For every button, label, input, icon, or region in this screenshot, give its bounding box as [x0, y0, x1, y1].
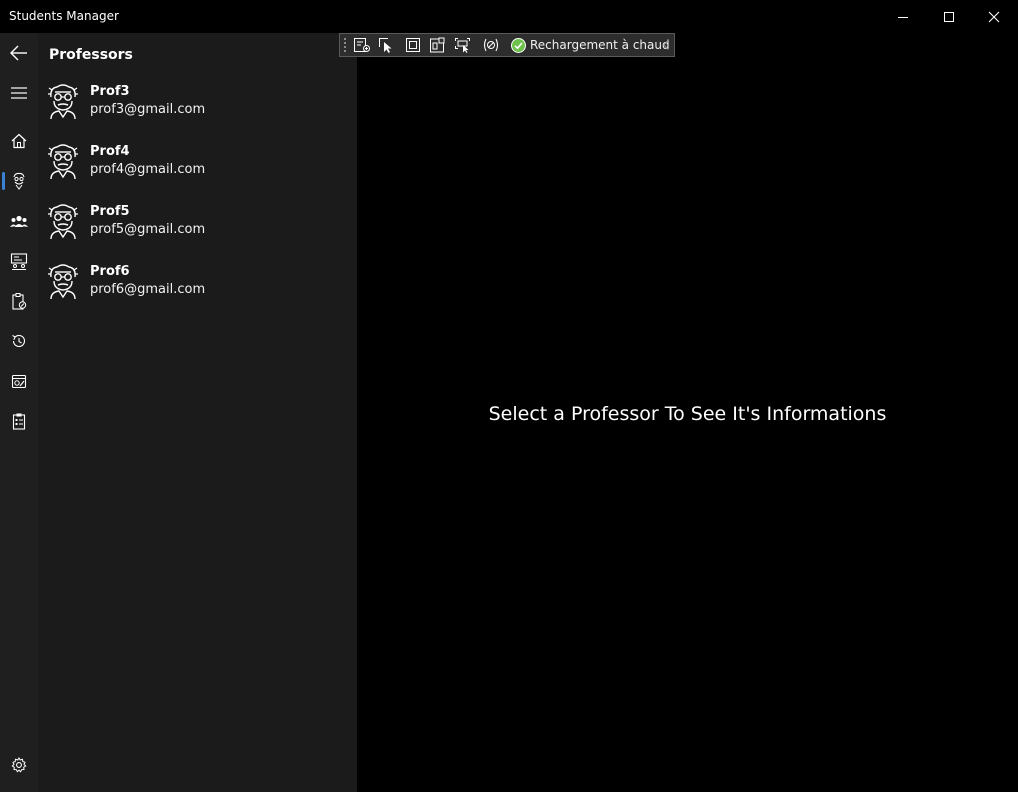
professor-icon	[13, 172, 25, 190]
maximize-button[interactable]	[926, 0, 972, 33]
professor-avatar-icon	[48, 84, 78, 120]
back-button[interactable]	[0, 33, 38, 73]
nav-item-students[interactable]	[0, 201, 38, 241]
hamburger-icon	[11, 87, 27, 99]
close-icon	[988, 11, 1000, 22]
students-group-icon	[10, 215, 28, 227]
nav-item-professors[interactable]	[0, 161, 38, 201]
list-item[interactable]: Prof6 prof6@gmail.com	[38, 261, 357, 321]
professor-name: Prof5	[90, 204, 130, 219]
list-item[interactable]: Prof3 prof3@gmail.com	[38, 81, 357, 141]
calendar-pen-icon	[11, 374, 27, 389]
clipboard-edit-icon	[12, 293, 27, 310]
professor-email: prof3@gmail.com	[90, 102, 206, 117]
track-focus-icon	[430, 37, 445, 53]
nav-item-settings[interactable]	[0, 745, 38, 785]
track-focus-button[interactable]	[426, 35, 450, 55]
live-visual-tree-icon	[354, 38, 370, 52]
toolbar-grip-handle[interactable]	[344, 38, 346, 52]
list-item[interactable]: Prof5 prof5@gmail.com	[38, 201, 357, 261]
professor-name: Prof6	[90, 264, 130, 279]
professor-email: prof6@gmail.com	[90, 282, 206, 297]
professors-list-pane: Professors Prof3 prof3@gmail.com Prof4 p…	[38, 33, 357, 792]
display-adorners-button[interactable]	[401, 35, 425, 55]
classroom-board-icon	[10, 253, 28, 270]
binding-failures-button[interactable]	[479, 35, 503, 55]
select-element-button[interactable]	[375, 35, 399, 55]
professor-name: Prof4	[90, 144, 130, 159]
history-icon	[12, 334, 26, 347]
professor-detail-pane: Select a Professor To See It's Informati…	[357, 33, 1018, 792]
nav-item-history[interactable]	[0, 321, 38, 361]
title-bar: Students Manager	[0, 0, 1018, 33]
xaml-debug-toolbar: Rechargement à chaud	[339, 33, 675, 57]
check-circle-icon	[511, 37, 526, 53]
app-title: Students Manager	[9, 9, 119, 23]
nav-item-home[interactable]	[0, 121, 38, 161]
minimize-icon	[898, 16, 908, 18]
close-button[interactable]	[971, 0, 1017, 33]
maximize-icon	[944, 11, 954, 22]
nav-item-classrooms[interactable]	[0, 241, 38, 281]
professor-avatar-icon	[48, 204, 78, 240]
nav-item-assignments[interactable]	[0, 281, 38, 321]
professor-name: Prof3	[90, 84, 130, 99]
hot-reload-status[interactable]: Rechargement à chaud	[511, 37, 670, 53]
professor-avatar-icon	[48, 144, 78, 180]
hot-reload-label: Rechargement à chaud	[530, 38, 670, 52]
binding-failures-icon	[483, 38, 499, 52]
minimize-button[interactable]	[880, 0, 926, 33]
gear-icon	[11, 757, 27, 773]
navigation-rail	[0, 33, 38, 792]
list-item[interactable]: Prof4 prof4@gmail.com	[38, 141, 357, 201]
select-element-icon	[379, 38, 392, 53]
nav-item-reports[interactable]	[0, 401, 38, 441]
layout-adorners-button[interactable]	[451, 35, 475, 55]
nav-item-schedule[interactable]	[0, 361, 38, 401]
menu-toggle-button[interactable]	[0, 73, 38, 113]
live-visual-tree-button[interactable]	[350, 35, 374, 55]
chevron-left-icon	[663, 40, 669, 50]
collapse-toolbar-button[interactable]	[660, 37, 672, 53]
empty-selection-message: Select a Professor To See It's Informati…	[488, 403, 887, 425]
clipboard-list-icon	[12, 413, 26, 430]
layout-adorners-icon	[455, 38, 470, 53]
professor-email: prof4@gmail.com	[90, 162, 206, 177]
professor-avatar-icon	[48, 264, 78, 300]
professor-email: prof5@gmail.com	[90, 222, 206, 237]
list-title: Professors	[49, 47, 133, 63]
home-icon	[11, 133, 27, 149]
display-adorners-icon	[406, 38, 420, 52]
back-arrow-icon	[10, 45, 27, 61]
